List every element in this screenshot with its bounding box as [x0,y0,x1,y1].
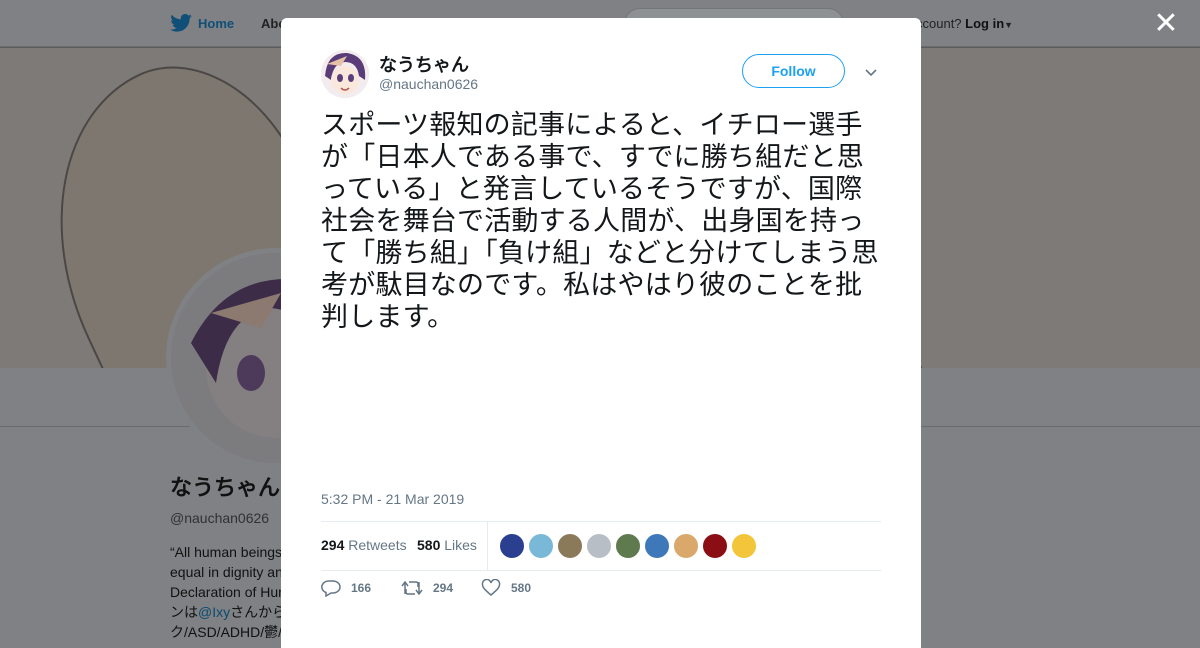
retweet-stat[interactable]: 294 Retweets [321,537,407,553]
like-action-count: 580 [511,581,532,595]
retweet-action-count: 294 [433,581,454,595]
bio-text: さんから [230,604,287,620]
retweet-count: 294 [321,537,345,553]
login-prompt: ccount? Log in▼ [916,16,1013,31]
liker-avatar[interactable] [528,533,554,559]
retweet-stat-label: Retweets [348,537,407,553]
liker-avatar[interactable] [673,533,699,559]
close-icon[interactable]: ✕ [1152,9,1180,39]
liker-avatar[interactable] [499,533,525,559]
reply-count: 166 [351,581,372,595]
tweet-header: なうちゃん @nauchan0626 Follow [321,48,881,98]
author-avatar[interactable] [321,50,369,98]
author-avatar-illustration [321,50,369,98]
tweet-stats: 294 Retweets 580 Likes [321,521,881,571]
liker-avatar[interactable] [557,533,583,559]
liker-avatar[interactable] [731,533,757,559]
login-caret-icon[interactable]: ▼ [1004,20,1013,30]
reply-icon [321,580,341,597]
retweet-button[interactable]: 294 [401,579,453,597]
liker-avatar[interactable] [644,533,670,559]
follow-button[interactable]: Follow [742,54,845,88]
twitter-bird-icon [170,14,192,32]
tweet-actions: 166 294 580 [321,579,881,605]
heart-icon [481,579,501,596]
liker-avatar[interactable] [586,533,612,559]
reply-button[interactable]: 166 [321,579,371,597]
liker-avatar[interactable] [615,533,641,559]
login-link[interactable]: Log in [965,16,1004,31]
bio-mention-link[interactable]: @Ixy [198,604,230,620]
account-prompt-text: ccount? [916,16,962,31]
tweet-permalink-modal: なうちゃん @nauchan0626 Follow スポーツ報知の記事によると、… [281,18,921,648]
chevron-down-icon[interactable] [863,64,879,80]
nav-home-label: Home [198,15,235,31]
tweet-timestamp[interactable]: 5:32 PM - 21 Mar 2019 [321,491,464,507]
like-stat-label: Likes [444,537,477,553]
stats-divider [487,522,488,570]
tweet-text: スポーツ報知の記事によると、イチロー選手が「日本人である事で、すでに勝ち組だと思… [321,110,879,333]
like-stat[interactable]: 580 Likes [417,537,477,553]
author-name[interactable]: なうちゃん [379,51,469,77]
author-handle[interactable]: @nauchan0626 [379,76,478,92]
nav-home[interactable]: Home [170,14,234,32]
like-count: 580 [417,537,441,553]
bio-text: ンは [170,604,198,620]
retweet-icon [401,580,423,596]
liker-avatar[interactable] [702,533,728,559]
like-button[interactable]: 580 [481,579,531,597]
